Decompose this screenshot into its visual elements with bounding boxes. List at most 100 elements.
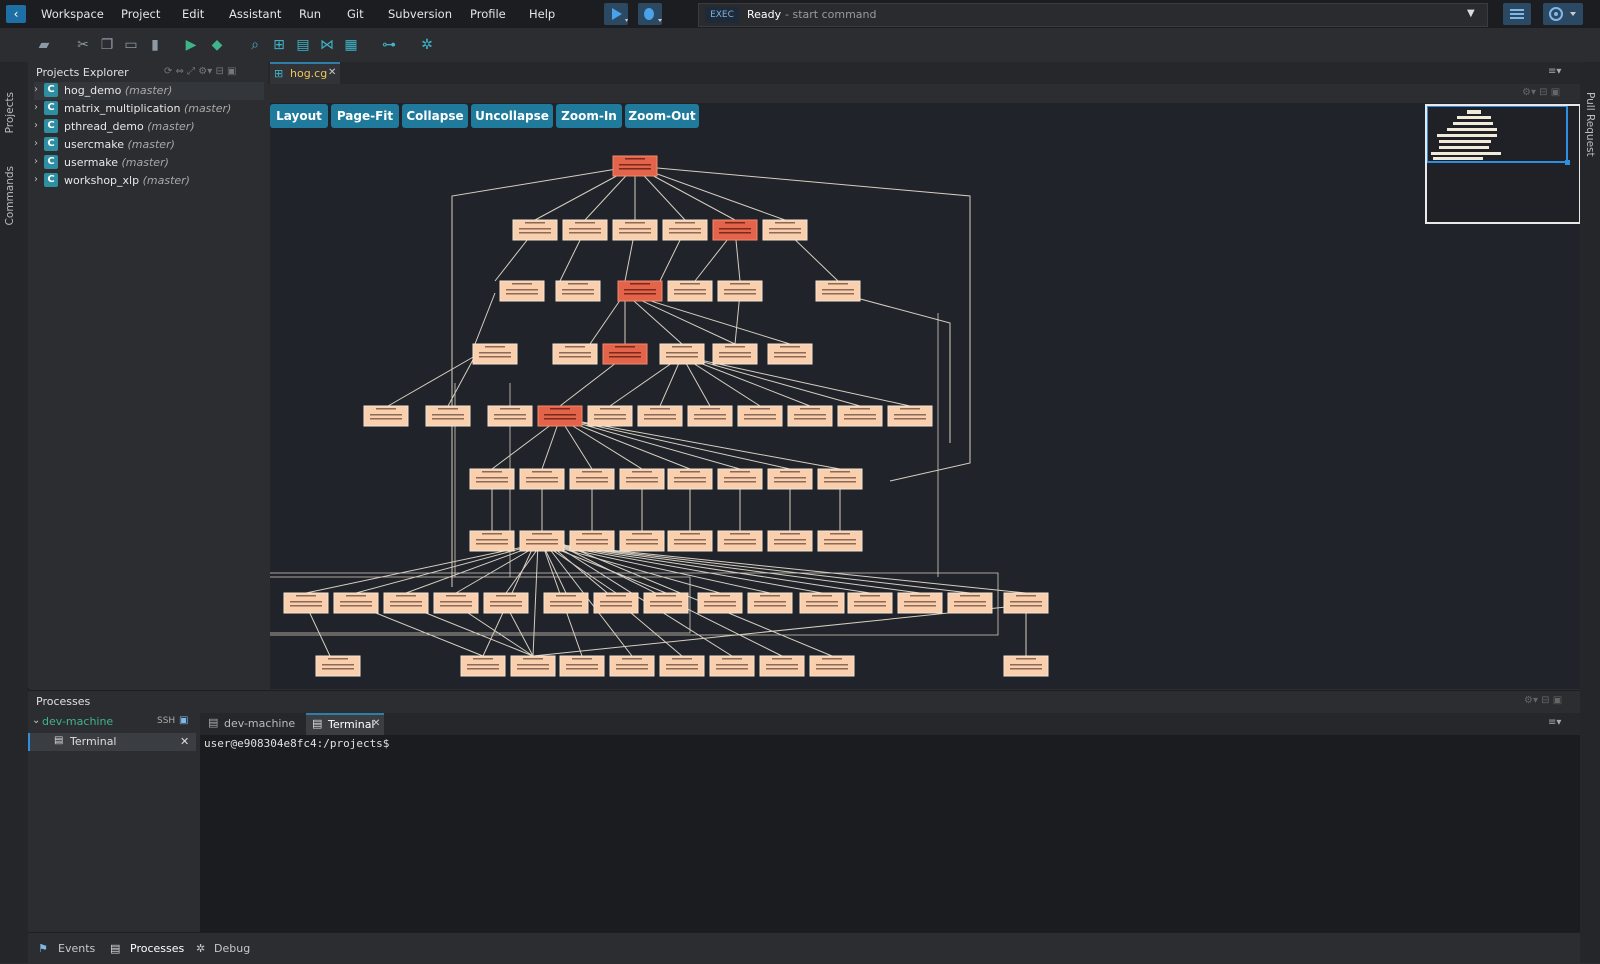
delete-icon[interactable]: ▮ — [146, 36, 164, 54]
command-bar[interactable]: EXEC Ready - start command ▼ — [698, 3, 1488, 27]
menu-profile[interactable]: Profile — [470, 7, 506, 21]
tab-hog-cg[interactable]: ⊞ hog.cg ✕ — [270, 62, 340, 84]
chevron-right-icon[interactable]: › — [34, 138, 38, 149]
chevron-right-icon[interactable]: › — [34, 120, 38, 131]
list-view-button[interactable] — [1503, 3, 1531, 25]
menu-help[interactable]: Help — [529, 7, 555, 21]
graph-minimap[interactable] — [1425, 104, 1581, 224]
debug-tab[interactable]: Debug — [214, 942, 250, 955]
copy-icon[interactable]: ❐ — [98, 36, 116, 54]
machine-name[interactable]: dev-machine — [42, 715, 113, 728]
paste-icon[interactable]: ▭ — [122, 36, 140, 54]
tab-projects[interactable]: Projects — [4, 92, 16, 133]
graph-node-title — [575, 222, 595, 224]
terminal-process-item[interactable]: ▤ Terminal ✕ — [28, 733, 196, 751]
project-item[interactable]: › C workshop_xlp (master) — [34, 172, 264, 190]
menu-subversion[interactable]: Subversion — [388, 7, 452, 21]
project-item[interactable]: › C usermake (master) — [34, 154, 264, 172]
c-project-icon: C — [44, 155, 58, 169]
graph-node-text — [719, 228, 751, 230]
graph-node-text — [769, 228, 801, 230]
debug-button[interactable] — [638, 3, 662, 25]
search-icon[interactable]: ⌕ — [246, 36, 264, 54]
chevron-down-icon[interactable]: ⌄ — [32, 715, 40, 726]
zoom-out-button[interactable]: Zoom-Out — [625, 104, 699, 128]
tab-pull-request[interactable]: Pull Request — [1584, 92, 1596, 157]
settings-menu-button[interactable] — [1543, 3, 1583, 25]
add-terminal-icon[interactable]: ▣ — [179, 715, 188, 726]
ssh-label[interactable]: SSH — [157, 716, 175, 726]
call-graph-canvas[interactable] — [270, 103, 1580, 689]
graph-icon[interactable]: ⋈ — [318, 36, 336, 54]
chevron-right-icon[interactable]: › — [34, 174, 38, 185]
menu-project[interactable]: Project — [121, 7, 160, 21]
graph-node-text — [774, 352, 806, 354]
project-item[interactable]: › C hog_demo (master) — [34, 82, 264, 100]
close-icon[interactable]: ✕ — [328, 67, 336, 78]
graph-node-title — [650, 408, 670, 410]
graph-node-title — [680, 533, 700, 535]
collapse-button[interactable]: Collapse — [402, 104, 468, 128]
hierarchy-icon[interactable]: ⊞ — [270, 36, 288, 54]
layout-button[interactable]: Layout — [270, 104, 328, 128]
gear-icon[interactable]: ✲ — [418, 36, 436, 54]
panel-tools-icon[interactable]: ⚙▾ ⊟ ▣ — [1522, 87, 1560, 98]
tab-dev-machine[interactable]: ▤ dev-machine — [202, 713, 304, 735]
graph-node-title — [485, 346, 505, 348]
menu-assistant[interactable]: Assistant — [229, 7, 281, 21]
grid-icon[interactable]: ▦ — [342, 36, 360, 54]
chevron-right-icon[interactable]: › — [34, 84, 38, 95]
events-tab[interactable]: Events — [58, 942, 95, 955]
project-item[interactable]: › C pthread_demo (master) — [34, 118, 264, 136]
graph-node-title — [772, 658, 792, 660]
play-icon[interactable]: ▶ — [182, 36, 200, 54]
menu-git[interactable]: Git — [347, 7, 364, 21]
table-icon[interactable]: ▤ — [294, 36, 312, 54]
graph-node-text — [550, 605, 582, 607]
graph-node-text — [704, 601, 736, 603]
share-icon[interactable]: ⊶ — [380, 36, 398, 54]
eraser-icon[interactable]: ◆ — [208, 36, 226, 54]
menu-workspace[interactable]: Workspace — [41, 7, 104, 21]
graph-node-text — [794, 414, 826, 416]
graph-node-title — [860, 595, 880, 597]
tab-menu-icon[interactable]: ≡▾ — [1548, 717, 1561, 728]
graph-node-title — [1016, 595, 1036, 597]
tab-commands[interactable]: Commands — [4, 166, 16, 225]
graph-node-title — [775, 222, 795, 224]
project-name: hog_demo — [64, 84, 122, 97]
project-item[interactable]: › C matrix_multiplication (master) — [34, 100, 264, 118]
graph-node-text — [694, 414, 726, 416]
run-button[interactable] — [604, 3, 628, 25]
graph-node-title — [780, 533, 800, 535]
menu-edit[interactable]: Edit — [182, 7, 204, 21]
graph-node-text — [619, 164, 651, 166]
open-folder-icon[interactable]: ▰ — [32, 36, 56, 54]
zoom-in-button[interactable]: Zoom-In — [556, 104, 622, 128]
panel-tools-icon[interactable]: ⚙▾ ⊟ ▣ — [1524, 695, 1562, 706]
tab-menu-icon[interactable]: ≡▾ — [1548, 66, 1561, 77]
chevron-down-icon[interactable]: ▼ — [1467, 8, 1475, 19]
project-item[interactable]: › C usercmake (master) — [34, 136, 264, 154]
tab-terminal[interactable]: ▤ Terminal ✕ — [306, 713, 384, 735]
cut-icon[interactable]: ✂ — [74, 36, 92, 54]
graph-node-text — [719, 352, 751, 354]
page-fit-button[interactable]: Page-Fit — [331, 104, 399, 128]
graph-node-text — [774, 539, 806, 541]
graph-node-title — [622, 658, 642, 660]
uncollapse-button[interactable]: Uncollapse — [471, 104, 553, 128]
process-tabs: ▤ dev-machine ▤ Terminal ✕ ≡▾ — [200, 713, 1580, 735]
menu-run[interactable]: Run — [299, 7, 321, 21]
terminal-view[interactable]: user@e908304e8fc4:/projects$ — [200, 735, 1580, 933]
back-chevron-icon[interactable]: ‹ — [6, 5, 26, 23]
explorer-tools-icon[interactable]: ⟳ ⇔ ⤢ ⚙▾ ⊟ ▣ — [164, 66, 236, 77]
graph-node-text — [340, 601, 372, 603]
chevron-right-icon[interactable]: › — [34, 156, 38, 167]
graph-node-text — [432, 414, 464, 416]
chevron-right-icon[interactable]: › — [34, 102, 38, 113]
processes-tab[interactable]: Processes — [130, 942, 184, 955]
graph-node-title — [625, 158, 645, 160]
close-icon[interactable]: ✕ — [180, 735, 189, 748]
close-icon[interactable]: ✕ — [372, 718, 380, 729]
graph-node-title — [900, 408, 920, 410]
